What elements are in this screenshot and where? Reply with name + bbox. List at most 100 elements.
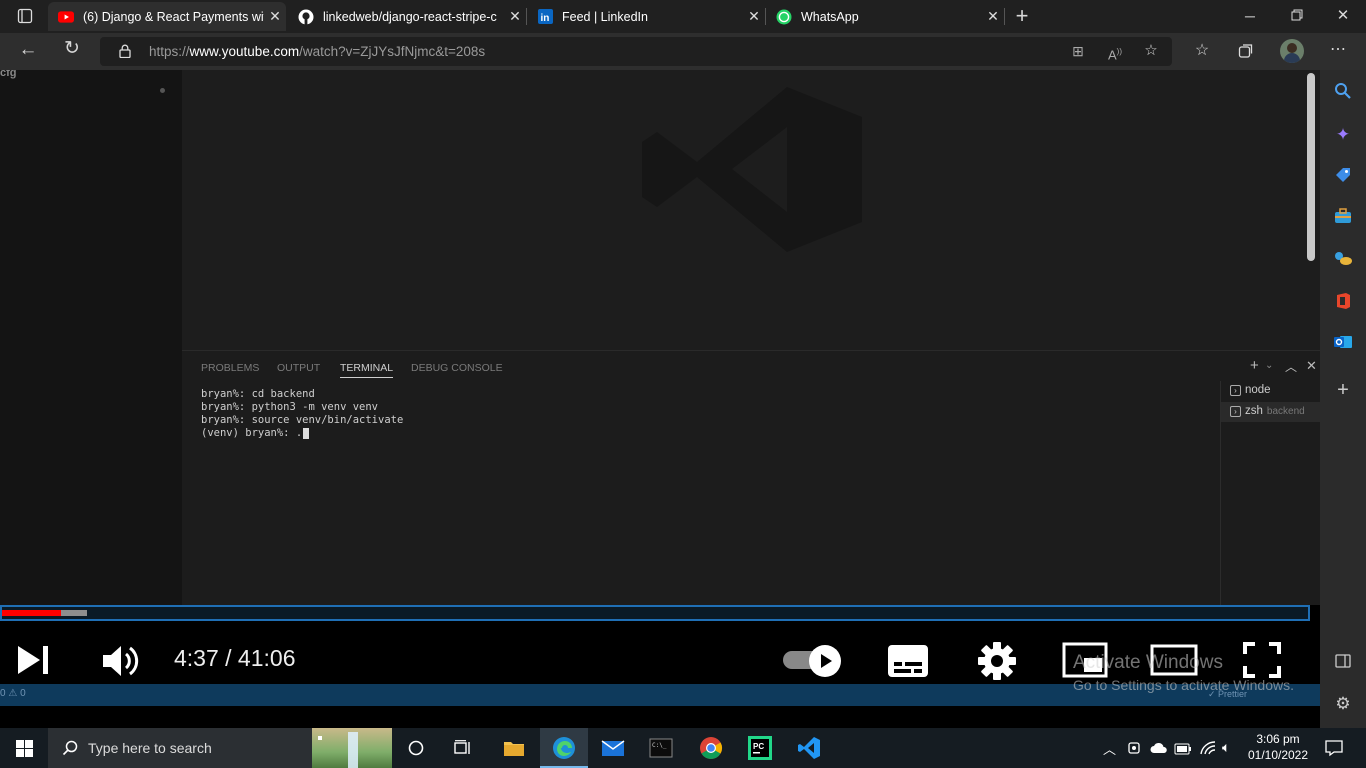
close-window-icon[interactable]: ✕ [1336, 8, 1350, 24]
read-aloud-icon[interactable]: A)) [1106, 44, 1124, 63]
edge-icon [553, 737, 575, 759]
meet-now-icon[interactable] [1127, 740, 1143, 761]
explorer-panel [0, 70, 182, 605]
terminal-icon: › [1230, 384, 1241, 396]
close-tab-icon[interactable]: ✕ [504, 8, 526, 25]
progress-played [2, 610, 61, 616]
windows-icon [15, 739, 33, 757]
new-tab-icon[interactable]: + [1012, 5, 1032, 27]
search-icon[interactable] [1332, 82, 1354, 104]
file-explorer-icon[interactable] [498, 732, 530, 764]
tab-separator [1004, 8, 1005, 25]
profile-avatar[interactable] [1280, 39, 1304, 63]
terminal-prompt-line: (venv) bryan%: . [201, 427, 403, 440]
more-options-icon[interactable]: ⋯ [1328, 42, 1348, 58]
volume-button[interactable] [101, 643, 139, 684]
settings-icon[interactable]: ⚙ [1332, 693, 1354, 715]
tab-youtube[interactable]: (6) Django & React Payments wit ✕ [48, 2, 286, 31]
pycharm-icon[interactable]: PC [744, 732, 776, 764]
activate-windows-title: Activate Windows [1073, 652, 1223, 673]
chevron-down-icon: ⌄ [1265, 360, 1274, 371]
refresh-icon[interactable]: ↻ [62, 39, 82, 58]
youtube-video-player[interactable]: cfg PROBLEMS OUTPUT TERMINAL DEBUG CONSO… [0, 70, 1320, 728]
terminal-line: bryan%: python3 -m venv venv [201, 401, 379, 413]
terminal-icon[interactable]: C:\_ [645, 732, 677, 764]
system-clock[interactable]: 3:06 pm 01/10/2022 [1246, 731, 1310, 763]
favorites-icon[interactable]: ☆ [1193, 43, 1211, 59]
battery-icon[interactable] [1174, 742, 1192, 760]
wifi-icon[interactable] [1199, 740, 1217, 761]
maximize-panel-icon: ︿ [1285, 360, 1298, 374]
outlook-icon[interactable] [1332, 334, 1354, 356]
subtitles-button[interactable] [887, 644, 929, 683]
vscode-icon[interactable] [793, 732, 825, 764]
whatsapp-icon [776, 9, 792, 25]
play-icon [821, 654, 832, 668]
tab-github[interactable]: linkedweb/django-react-stripe-c ✕ [288, 2, 526, 31]
clock-time: 3:06 pm [1256, 732, 1300, 746]
modified-dot [160, 88, 165, 93]
page-scrollbar-thumb[interactable] [1307, 73, 1315, 261]
games-icon[interactable] [1332, 250, 1354, 272]
office-icon[interactable] [1332, 292, 1354, 314]
svg-text:C:\_: C:\_ [652, 742, 667, 749]
tab-linkedin[interactable]: in Feed | LinkedIn ✕ [527, 2, 765, 31]
tab-title: WhatsApp [801, 9, 859, 24]
address-toolbar: ← ↻ https://www.youtube.com/watch?v=ZjJY… [0, 33, 1366, 70]
terminal-list-item: › zsh backend [1230, 405, 1305, 417]
add-favorite-icon[interactable]: ☆ [1142, 43, 1160, 59]
start-button[interactable] [8, 732, 40, 764]
tab-title: linkedweb/django-react-stripe-c [323, 9, 497, 24]
next-video-button[interactable] [16, 644, 50, 681]
tools-icon[interactable] [1332, 208, 1354, 230]
browser-tab-strip: (6) Django & React Payments wit ✕ linked… [0, 0, 1366, 33]
close-tab-icon[interactable]: ✕ [743, 8, 765, 25]
terminal-line: bryan%: source venv/bin/activate [201, 414, 404, 426]
edge-taskbar-button[interactable] [540, 728, 588, 768]
activate-windows-subtitle: Go to Settings to activate Windows. [1073, 677, 1294, 693]
svg-text:in: in [540, 13, 549, 24]
onedrive-icon[interactable] [1150, 741, 1168, 759]
status-errors: 0 ⚠ 0 [0, 688, 26, 699]
close-tab-icon[interactable]: ✕ [264, 8, 286, 25]
github-icon [298, 9, 314, 25]
split-screen-icon[interactable] [1332, 652, 1354, 674]
lock-icon[interactable] [118, 44, 132, 62]
tab-whatsapp[interactable]: WhatsApp ✕ [766, 2, 1004, 31]
url-text: https://www.youtube.com/watch?v=ZjJYsJfN… [149, 44, 486, 59]
time-display: 4:37 / 41:06 [174, 645, 296, 671]
minimize-icon[interactable]: ─ [1243, 8, 1257, 24]
search-highlight-image[interactable] [312, 728, 392, 768]
collections-icon[interactable] [1237, 43, 1255, 63]
restore-icon[interactable] [1290, 9, 1304, 25]
edge-sidebar: ✦ + ⚙ [1320, 70, 1366, 728]
app-available-icon[interactable]: ⊞ [1070, 43, 1086, 59]
add-icon[interactable]: + [1332, 379, 1354, 401]
clock-date: 01/10/2022 [1247, 748, 1309, 762]
close-tab-icon[interactable]: ✕ [982, 8, 1004, 25]
next-icon [18, 646, 48, 674]
task-view-icon[interactable] [447, 732, 479, 764]
subtitles-icon [888, 645, 928, 677]
taskbar-search-box[interactable]: Type here to search [48, 728, 392, 768]
address-bar[interactable]: https://www.youtube.com/watch?v=ZjJYsJfN… [100, 37, 1172, 66]
vscode-logo-watermark-icon [642, 87, 862, 252]
panel-tab-problems: PROBLEMS [201, 362, 260, 374]
linkedin-icon: in [537, 9, 553, 25]
tab-actions-icon[interactable] [16, 8, 34, 26]
notifications-icon[interactable] [1325, 739, 1343, 762]
cortana-icon[interactable] [400, 732, 432, 764]
chrome-icon[interactable] [695, 732, 727, 764]
mail-icon[interactable] [597, 732, 629, 764]
terminal-list: › node › zsh backend [1220, 381, 1320, 606]
volume-icon[interactable]: 🔈︎ [1222, 739, 1230, 756]
search-icon [62, 740, 78, 756]
shopping-tag-icon[interactable] [1332, 166, 1354, 188]
discover-icon[interactable]: ✦ [1332, 124, 1354, 146]
progress-bar-focus[interactable] [0, 605, 1310, 621]
panel-tab-terminal: TERMINAL [340, 362, 394, 378]
back-arrow-icon[interactable]: ← [18, 40, 38, 59]
volume-icon [103, 646, 139, 676]
settings-button[interactable] [977, 641, 1017, 686]
show-hidden-icons[interactable]: ︿ [1103, 739, 1116, 758]
